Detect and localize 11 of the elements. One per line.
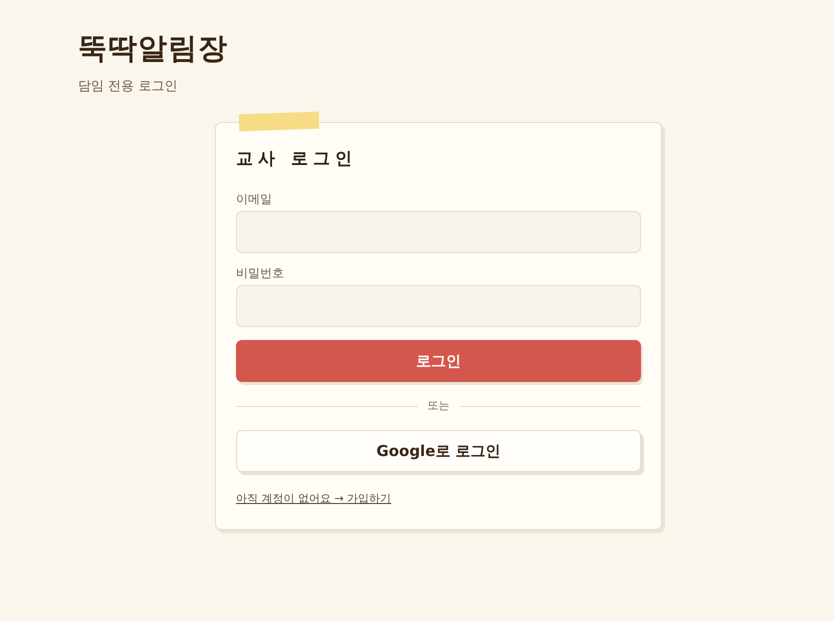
input-field[interactable]	[236, 285, 641, 327]
google-login-button[interactable]: Google로 로그인	[236, 430, 641, 472]
divider-text: 또는	[428, 398, 450, 414]
input-field[interactable]	[236, 211, 641, 253]
app-title: 뚝딱알림장	[78, 30, 228, 67]
card-title: 교사 로그인	[236, 148, 357, 171]
field-label: 이메일	[236, 191, 272, 207]
field-label: 비밀번호	[236, 265, 284, 281]
app-subtitle: 담임 전용 로그인	[78, 79, 178, 95]
signup-link[interactable]: 아직 계정이 없어요 → 가입하기	[236, 492, 392, 505]
login-button[interactable]: 로그인	[236, 340, 641, 382]
